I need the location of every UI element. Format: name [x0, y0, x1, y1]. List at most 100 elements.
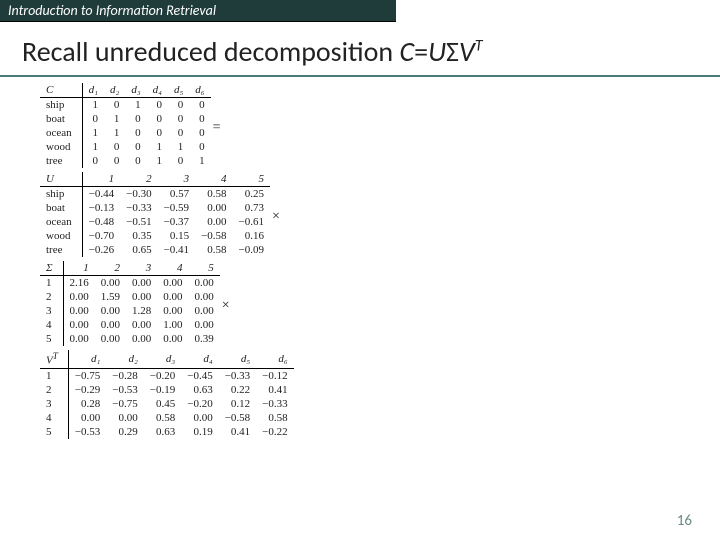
cell: 0 — [125, 140, 146, 154]
cell: 0.45 — [144, 397, 181, 411]
cell: −0.59 — [158, 201, 195, 215]
col-header: 2 — [120, 172, 157, 187]
cell: 0.00 — [189, 304, 220, 318]
row-header: ship — [40, 98, 82, 113]
title-eq: = — [414, 34, 428, 69]
col-header: 4 — [195, 172, 232, 187]
cell: 0.65 — [120, 243, 157, 257]
title-C: C — [399, 34, 414, 69]
cell: 0.00 — [63, 304, 95, 318]
cell: 0 — [82, 154, 104, 168]
cell: 0 — [168, 154, 189, 168]
matrix-U: U12345ship−0.44−0.300.570.580.25boat−0.1… — [40, 172, 270, 257]
row-header: wood — [40, 229, 82, 243]
col-header: d₃ — [125, 83, 146, 98]
col-header: 5 — [233, 172, 270, 187]
cell: −0.37 — [158, 215, 195, 229]
cell: 0.16 — [233, 229, 270, 243]
cell: 0.00 — [195, 215, 232, 229]
matrix-Sigma-block: Σ1234512.160.000.000.000.0020.001.590.00… — [40, 261, 720, 350]
cell: −0.19 — [144, 383, 181, 397]
cell: −0.20 — [144, 368, 181, 383]
cell: 0.58 — [195, 243, 232, 257]
cell: 1 — [82, 140, 104, 154]
row-header: 2 — [40, 290, 63, 304]
cell: −0.53 — [106, 383, 143, 397]
cell: 0 — [82, 112, 104, 126]
title-underline — [0, 75, 720, 77]
row-header: wood — [40, 140, 82, 154]
cell: −0.33 — [256, 397, 293, 411]
cell: 0.00 — [126, 332, 157, 346]
slide-title: Recall unreduced decomposition C=UΣVT — [0, 22, 720, 75]
cell: 0.57 — [158, 187, 195, 202]
col-header: d₂ — [104, 83, 125, 98]
times-sign-2: × — [220, 298, 236, 314]
row-header: boat — [40, 112, 82, 126]
cell: 1 — [104, 126, 125, 140]
cell: 0 — [168, 112, 189, 126]
cell: 0.00 — [63, 318, 95, 332]
matrix-Sigma: Σ1234512.160.000.000.000.0020.001.590.00… — [40, 261, 220, 346]
cell: 0.00 — [189, 318, 220, 332]
matrix-label: C — [40, 83, 82, 98]
cell: 0 — [104, 140, 125, 154]
cell: −0.41 — [158, 243, 195, 257]
col-header: d₆ — [189, 83, 210, 98]
cell: 0.73 — [233, 201, 270, 215]
cell: 1.28 — [126, 304, 157, 318]
title-Sigma: Σ — [446, 34, 459, 69]
cell: 0.58 — [144, 411, 181, 425]
cell: −0.75 — [106, 397, 143, 411]
col-header: d₄ — [147, 83, 168, 98]
cell: 1.59 — [95, 290, 126, 304]
cell: 0.29 — [106, 425, 143, 439]
cell: 0.00 — [68, 411, 106, 425]
cell: −0.58 — [219, 411, 256, 425]
cell: −0.61 — [233, 215, 270, 229]
cell: 0.00 — [63, 332, 95, 346]
col-header: 2 — [95, 261, 126, 276]
cell: 0 — [125, 154, 146, 168]
cell: 0.00 — [157, 304, 188, 318]
cell: 1.00 — [157, 318, 188, 332]
cell: 0.35 — [120, 229, 157, 243]
cell: −0.26 — [82, 243, 120, 257]
row-header: ship — [40, 187, 82, 202]
cell: 0.00 — [126, 318, 157, 332]
matrix-C: Cd₁d₂d₃d₄d₅d₆ship101000boat010000ocean11… — [40, 83, 211, 168]
cell: −0.48 — [82, 215, 120, 229]
cell: 0.00 — [95, 332, 126, 346]
matrix-label: U — [40, 172, 82, 187]
cell: 0.00 — [106, 411, 143, 425]
cell: 0.58 — [195, 187, 232, 202]
cell: 0 — [189, 140, 210, 154]
cell: −0.51 — [120, 215, 157, 229]
cell: −0.09 — [233, 243, 270, 257]
course-title: Introduction to Information Retrieval — [8, 2, 216, 19]
cell: 0 — [125, 112, 146, 126]
cell: −0.20 — [181, 397, 218, 411]
cell: 0 — [147, 112, 168, 126]
col-header: 3 — [158, 172, 195, 187]
col-header: 1 — [63, 261, 95, 276]
row-header: 5 — [40, 332, 63, 346]
cell: −0.58 — [195, 229, 232, 243]
col-header: 5 — [189, 261, 220, 276]
col-header: d₃ — [144, 350, 181, 368]
cell: 0.22 — [219, 383, 256, 397]
cell: 0.00 — [189, 290, 220, 304]
cell: 2.16 — [63, 276, 95, 291]
cell: 1 — [147, 154, 168, 168]
cell: 0.00 — [195, 201, 232, 215]
col-header: d₂ — [106, 350, 143, 368]
row-header: boat — [40, 201, 82, 215]
cell: 1 — [147, 140, 168, 154]
title-V: V — [459, 34, 475, 69]
cell: 1 — [168, 140, 189, 154]
col-header: d₁ — [68, 350, 106, 368]
cell: 0.41 — [219, 425, 256, 439]
cell: −0.33 — [219, 368, 256, 383]
matrix-label: Σ — [40, 261, 63, 276]
cell: 0.00 — [126, 290, 157, 304]
